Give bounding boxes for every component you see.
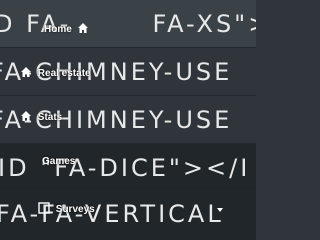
home-icon — [77, 22, 89, 34]
raw-icon-markup-text: D FA- FA-XS"></ — [0, 10, 256, 38]
sidebar-item-stats-label-wrap: Stats — [20, 110, 62, 124]
sidebar-item-label: Home — [44, 24, 72, 35]
sidebar-item-label: Games — [42, 156, 76, 167]
sidebar-item-real-estate[interactable]: FA-CHIMNEY-USE Real estate — [0, 48, 256, 96]
home-icon — [20, 110, 32, 122]
home-icon — [20, 66, 32, 78]
sidebar-item-label: Real estate — [37, 68, 91, 79]
sidebar-item-games[interactable]: ID "FA-DICE"></I Games — [0, 144, 256, 192]
sidebar-item-surveys-label-wrap: Surveys — [38, 202, 95, 216]
sidebar-item-home[interactable]: D FA- FA-XS"></ Home — [0, 0, 256, 48]
chevron-down-icon[interactable] — [216, 206, 224, 214]
sidebar: D FA- FA-XS"></ Home FA-CHIMNEY-USE Real… — [0, 0, 256, 240]
sidebar-item-surveys[interactable]: FA-FA-VERTICAL Surveys — [0, 192, 256, 240]
sidebar-item-real-estate-label-wrap: Real estate — [20, 66, 91, 80]
sidebar-item-games-label-wrap: Games — [42, 156, 75, 168]
raw-icon-markup-text: ID "FA-DICE"></I — [0, 154, 251, 182]
sidebar-item-stats[interactable]: FA-CHIMNEY-USE Stats — [0, 96, 256, 144]
sidebar-item-label: Surveys — [55, 204, 95, 215]
sidebar-item-home-label-wrap: Home — [44, 22, 89, 36]
ellipsis-vertical-icon — [38, 202, 50, 214]
raw-icon-markup-text: FA-FA-VERTICAL — [0, 200, 224, 228]
sidebar-item-label: Stats — [37, 112, 63, 123]
